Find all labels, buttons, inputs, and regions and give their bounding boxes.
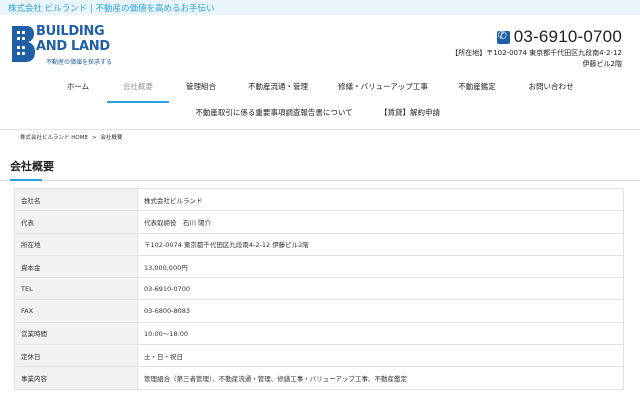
top-bar-text: 株式会社 ビルランド | 不動産の価値を高めるお手伝い: [8, 4, 215, 14]
header-divider: [0, 129, 640, 130]
nav-item-important-matters-report[interactable]: 不動産取引に係る重要事項調査報告書について: [195, 107, 352, 118]
nav-item-distribution[interactable]: 不動産流通・管理: [248, 81, 308, 92]
row-value: 03-6800-8083: [137, 299, 624, 323]
site-logo[interactable]: BUILDING AND LAND 不動産の価値を探求する: [10, 24, 120, 68]
row-value: 〒102-0074 東京都千代田区九段南4-2-12 伊藤ビル2階: [137, 232, 624, 256]
breadcrumb-separator: >: [91, 135, 97, 141]
logo-line2: AND LAND: [36, 39, 110, 54]
company-info-table: 会社名 株式会社ビルランド 代表 代表取締役 石川 陽介 所在地 〒102-0074 …: [14, 187, 624, 390]
row-value: 代表取締役 石川 陽介: [137, 210, 624, 234]
nav-item-contact[interactable]: お問い合わせ: [529, 81, 574, 92]
phone-contact[interactable]: 03-6910-0700: [496, 27, 622, 47]
address-line1: 【所在地】〒102-0074 東京都千代田区九段南4-2-12: [451, 49, 622, 57]
logo-line1: BUILDING: [36, 24, 105, 39]
building-logo-icon: [12, 26, 35, 62]
logo-tagline: 不動産の価値を探求する: [46, 59, 113, 66]
nav-item-management-association[interactable]: 管理組合: [186, 81, 216, 92]
row-key: 所在地: [14, 232, 138, 256]
breadcrumb-home[interactable]: 株式会社ビルランド HOME: [20, 135, 88, 141]
top-bar: 株式会社 ビルランド | 不動産の価値を高めるお手伝い: [0, 0, 640, 15]
row-key: 定休日: [14, 344, 138, 368]
row-value: 10:00〜18:00: [137, 321, 624, 346]
breadcrumb: 株式会社ビルランド HOME > 会社概要: [20, 133, 123, 141]
row-value: 13,000,000円: [137, 254, 624, 279]
breadcrumb-current: 会社概要: [100, 135, 123, 141]
title-accent: [10, 179, 42, 181]
table-row: 定休日 土・日・祝日: [14, 344, 624, 368]
row-value: 土・日・祝日: [137, 344, 624, 368]
phone-number[interactable]: 03-6910-0700: [514, 27, 622, 47]
table-row: 資本金 13,000,000円: [14, 254, 624, 279]
row-value: 管理組合（第三者管理）、不動産流通・管理、修繕工事・バリューアップ工事、不動産鑑…: [137, 366, 624, 390]
nav-item-renovation[interactable]: 修繕・バリューアップ工事: [338, 81, 428, 92]
nav-item-home[interactable]: ホーム: [67, 81, 89, 92]
address-line2: 伊藤ビル2階: [582, 60, 622, 68]
nav-active-indicator: [107, 101, 169, 103]
title-underline: [0, 180, 640, 181]
table-row: FAX 03-6800-8083: [14, 299, 624, 323]
nav-item-appraisal[interactable]: 不動産鑑定: [458, 81, 496, 92]
row-key: 代表: [14, 210, 138, 234]
table-row: TEL 03-6910-0700: [14, 277, 624, 301]
page-title: 会社概要: [10, 160, 54, 173]
row-value: 03-6910-0700: [137, 277, 624, 301]
row-key: FAX: [14, 299, 138, 323]
nav-item-company[interactable]: 会社概要: [123, 81, 153, 92]
row-key: TEL: [14, 277, 138, 301]
row-key: 営業時間: [14, 321, 138, 346]
table-row: 営業時間 10:00〜18:00: [14, 321, 624, 346]
table-row: 所在地 〒102-0074 東京都千代田区九段南4-2-12 伊藤ビル2階: [14, 232, 624, 256]
phone-icon: [496, 29, 510, 44]
row-key: 資本金: [14, 254, 138, 279]
table-row: 代表 代表取締役 石川 陽介: [14, 210, 624, 234]
row-key: 事業内容: [14, 366, 138, 390]
row-key: 会社名: [14, 187, 138, 212]
row-value: 株式会社ビルランド: [137, 187, 624, 212]
table-row: 事業内容 管理組合（第三者管理）、不動産流通・管理、修繕工事・バリューアップ工事、…: [14, 366, 624, 390]
table-row: 会社名 株式会社ビルランド: [14, 187, 624, 212]
nav-item-cancellation-request[interactable]: 【賃貸】解約申請: [380, 107, 440, 118]
